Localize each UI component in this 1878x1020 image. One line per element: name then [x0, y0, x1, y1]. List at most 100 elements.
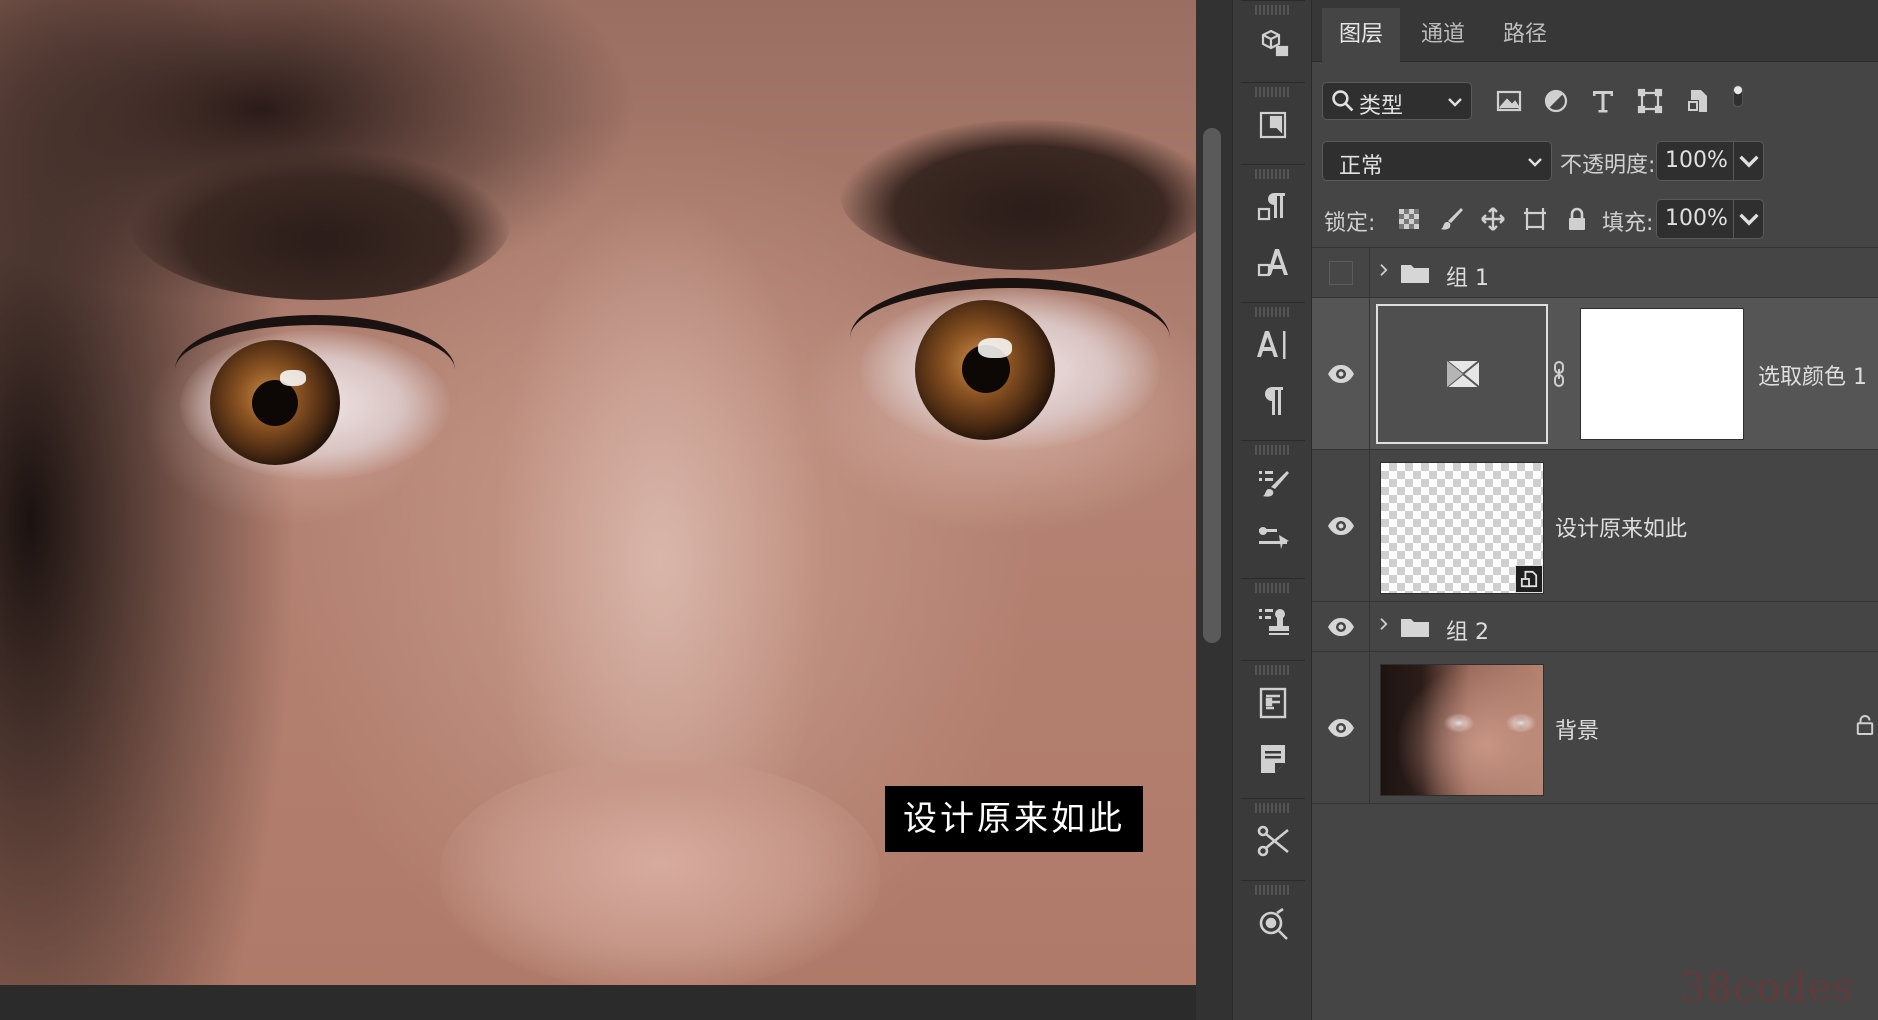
filter-toggle-switch[interactable]: [1726, 72, 1750, 120]
grip-handle[interactable]: [1255, 169, 1291, 179]
layer-row-group-2[interactable]: 组 2: [1312, 602, 1878, 652]
layer-name: 组 1: [1446, 266, 1489, 291]
empty-visibility-box-icon: [1328, 260, 1353, 285]
smart-object-filter-icon[interactable]: [1680, 84, 1714, 118]
lock-image-pixels-icon[interactable]: [1436, 204, 1466, 234]
link-chain-icon[interactable]: [1552, 360, 1566, 388]
fill-dropdown-button[interactable]: [1733, 200, 1763, 238]
tool-presets-icon[interactable]: [1241, 511, 1305, 567]
chevron-right-icon[interactable]: [1378, 259, 1390, 287]
right-eyebrow: [840, 120, 1196, 270]
shape-layer-filter-icon[interactable]: [1633, 84, 1667, 118]
visibility-toggle[interactable]: [1312, 652, 1370, 803]
nose: [440, 760, 880, 985]
tool-group-2: [1241, 82, 1305, 153]
properties-panel-icon[interactable]: [1241, 675, 1305, 731]
visibility-toggle[interactable]: [1312, 298, 1370, 449]
tool-group-6: [1241, 578, 1305, 649]
lock-all-icon[interactable]: [1562, 204, 1592, 234]
layer-name: 设计原来如此: [1555, 517, 1688, 542]
pixel-layer-filter-icon[interactable]: [1492, 84, 1526, 118]
lock-transparent-pixels-icon[interactable]: [1394, 204, 1424, 234]
grip-handle[interactable]: [1255, 583, 1291, 593]
lock-label: 锁定:: [1324, 211, 1376, 236]
3d-panel-icon[interactable]: [1241, 15, 1305, 71]
layer-mask-thumbnail[interactable]: [1580, 308, 1744, 440]
type-layer-filter-icon[interactable]: [1586, 84, 1620, 118]
layer-name: 背景: [1555, 719, 1600, 744]
visibility-toggle[interactable]: [1312, 602, 1370, 651]
opacity-dropdown-button[interactable]: [1733, 142, 1763, 180]
canvas-text-overlay: 设计原来如此: [885, 786, 1143, 852]
tool-group-9: [1241, 880, 1305, 951]
panel-dock-strip: [1232, 0, 1312, 1020]
tool-group-1: [1241, 0, 1305, 71]
search-icon: [1331, 89, 1355, 113]
brush-settings-icon[interactable]: [1241, 455, 1305, 511]
opacity-label: 不透明度:: [1560, 153, 1656, 178]
layer-row-group-1[interactable]: 组 1: [1312, 248, 1878, 298]
fill-input[interactable]: 100%: [1656, 199, 1764, 239]
notes-panel-icon[interactable]: [1241, 731, 1305, 787]
blend-mode-value: 正常: [1339, 154, 1384, 179]
visibility-toggle-off[interactable]: [1312, 248, 1370, 297]
layer-row-selective-color[interactable]: 选取颜色 1: [1312, 298, 1878, 450]
panel-tab-bar: 图层 通道 路径: [1312, 0, 1878, 62]
chevron-right-icon[interactable]: [1378, 613, 1390, 641]
grip-handle[interactable]: [1255, 5, 1291, 15]
blend-mode-select[interactable]: 正常: [1322, 141, 1552, 181]
left-eyelash: [175, 315, 455, 425]
grip-handle[interactable]: [1255, 885, 1291, 895]
adjustment-layer-filter-icon[interactable]: [1539, 84, 1573, 118]
lock-icon[interactable]: [1856, 714, 1874, 736]
grip-handle[interactable]: [1255, 803, 1291, 813]
fill-label: 填充:: [1602, 211, 1654, 236]
fill-value: 100%: [1665, 206, 1728, 231]
chevron-down-icon: [1525, 152, 1545, 172]
layer-row-background[interactable]: 背景: [1312, 652, 1878, 804]
smart-object-thumbnail[interactable]: [1380, 462, 1544, 594]
tool-group-7: [1241, 660, 1305, 787]
lock-position-icon[interactable]: [1478, 204, 1508, 234]
artboard-icon[interactable]: [1241, 97, 1305, 153]
paragraph-panel-icon[interactable]: [1241, 373, 1305, 429]
layer-name: 组 2: [1446, 620, 1489, 645]
layer-row-smart-object[interactable]: 设计原来如此: [1312, 450, 1878, 602]
document-canvas[interactable]: 设计原来如此: [0, 0, 1196, 985]
tab-layers[interactable]: 图层: [1322, 8, 1400, 62]
left-eyebrow: [130, 150, 510, 300]
grip-handle[interactable]: [1255, 665, 1291, 675]
opacity-value: 100%: [1665, 148, 1728, 173]
visibility-toggle[interactable]: [1312, 450, 1370, 601]
layer-name: 选取颜色 1: [1758, 365, 1867, 390]
folder-icon: [1401, 619, 1429, 637]
tab-paths[interactable]: 路径: [1486, 8, 1564, 62]
blend-opacity-row: 正常 不透明度: 100%: [1312, 140, 1878, 198]
grip-handle[interactable]: [1255, 87, 1291, 97]
background-layer-thumbnail[interactable]: [1380, 664, 1544, 796]
layer-kind-filter[interactable]: 类型: [1322, 82, 1472, 120]
character-panel-icon[interactable]: [1241, 317, 1305, 373]
right-eyelash: [850, 278, 1170, 398]
path-tools-icon[interactable]: [1241, 813, 1305, 869]
tool-group-3: [1241, 164, 1305, 291]
character-style-icon[interactable]: [1241, 235, 1305, 291]
canvas-bottom-bar: [0, 985, 1196, 1020]
lock-artboard-icon[interactable]: [1520, 204, 1550, 234]
paragraph-style-icon[interactable]: [1241, 179, 1305, 235]
lock-fill-row: 锁定: 填充: 100%: [1312, 196, 1878, 248]
grip-handle[interactable]: [1255, 445, 1291, 455]
clone-source-icon[interactable]: [1241, 593, 1305, 649]
opacity-input[interactable]: 100%: [1656, 141, 1764, 181]
navigator-icon[interactable]: [1241, 895, 1305, 951]
eye-icon: [1327, 718, 1354, 737]
folder-icon: [1401, 265, 1429, 283]
adjustment-layer-thumbnail[interactable]: [1376, 304, 1548, 444]
kind-filter-label: 类型: [1359, 94, 1404, 119]
tool-group-8: [1241, 798, 1305, 869]
tab-channels[interactable]: 通道: [1404, 8, 1482, 62]
canvas-scrollbar-thumb[interactable]: [1203, 128, 1221, 643]
eye-icon: [1327, 516, 1354, 535]
grip-handle[interactable]: [1255, 307, 1291, 317]
watermark-text: 38codes: [1680, 965, 1855, 1011]
